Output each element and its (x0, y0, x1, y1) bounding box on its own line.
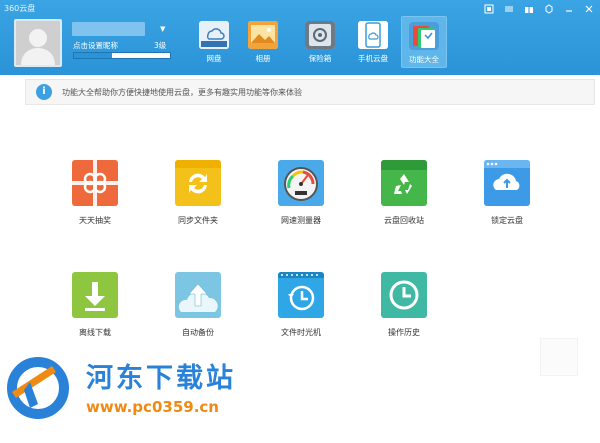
operation-history-icon (381, 272, 427, 318)
info-icon: i (36, 84, 52, 100)
tab-label: 相册 (255, 54, 271, 63)
feature-label: 天天抽奖 (79, 216, 111, 225)
feature-recycle-bin[interactable]: 云盘回收站 (364, 160, 444, 238)
gift-icon (72, 160, 118, 206)
default-avatar-icon (16, 21, 60, 65)
gift-box-icon[interactable] (523, 3, 534, 14)
close-icon[interactable] (583, 3, 594, 14)
tab-safe-box[interactable]: 保险箱 (297, 16, 343, 68)
skin-icon[interactable] (483, 3, 494, 14)
chevron-down-icon[interactable]: ▼ (160, 25, 165, 33)
feature-file-time-machine[interactable]: 文件时光机 (261, 272, 341, 350)
tab-cloud-drive[interactable]: 网盘 (191, 16, 237, 68)
feature-label: 云盘回收站 (384, 216, 424, 225)
feature-daily-lottery[interactable]: 天天抽奖 (55, 160, 135, 238)
photo-album-icon (248, 21, 278, 49)
info-text: 功能大全帮助你方便快捷地使用云盘，更多有趣实用功能等你来体验 (62, 88, 302, 97)
tab-mobile-cloud[interactable]: 手机云盘 (350, 16, 396, 68)
feature-label: 离线下载 (79, 328, 111, 337)
feature-label: 文件时光机 (281, 328, 321, 337)
username-blurred[interactable] (72, 22, 145, 36)
feature-operation-history[interactable]: 操作历史 (364, 272, 444, 350)
speedometer-icon (278, 160, 324, 206)
watermark-url: www.pc0359.cn (86, 398, 219, 416)
watermark-title: 河东下载站 (86, 363, 236, 394)
minimize-icon[interactable] (563, 3, 574, 14)
app-title: 360云盘 (4, 4, 36, 13)
tab-label: 保险箱 (308, 54, 332, 63)
user-level: 3级 (154, 41, 167, 50)
feature-offline-download[interactable]: 离线下载 (55, 272, 135, 350)
menu-icon[interactable] (503, 3, 514, 14)
set-nickname-link[interactable]: 点击设置昵称 (73, 40, 118, 51)
feature-sync-folder[interactable]: 同步文件夹 (158, 160, 238, 238)
tab-photo-album[interactable]: 相册 (240, 16, 286, 68)
feature-label: 自动备份 (182, 328, 214, 337)
feature-auto-backup[interactable]: 自动备份 (158, 272, 238, 350)
feature-lock-cloud[interactable]: 锁定云盘 (467, 160, 547, 238)
mobile-cloud-icon (358, 21, 388, 49)
level-progress-fill (74, 53, 113, 58)
cloud-lock-icon (484, 160, 530, 206)
info-bar: i 功能大全帮助你方便快捷地使用云盘，更多有趣实用功能等你来体验 (25, 79, 595, 105)
settings-icon[interactable] (543, 3, 554, 14)
offline-download-icon (72, 272, 118, 318)
window-controls (483, 3, 594, 14)
sync-folder-icon (175, 160, 221, 206)
feature-label: 网速测量器 (281, 216, 321, 225)
feature-speed-meter[interactable]: 网速测量器 (261, 160, 341, 238)
feature-label: 操作历史 (388, 328, 420, 337)
auto-backup-icon (175, 272, 221, 318)
feature-label: 锁定云盘 (491, 216, 523, 225)
feature-label: 同步文件夹 (178, 216, 218, 225)
tab-all-features[interactable]: 功能大全 (401, 16, 447, 68)
safe-box-icon (305, 21, 335, 49)
watermark-logo (4, 352, 84, 420)
avatar[interactable] (14, 19, 62, 67)
tab-label: 功能大全 (409, 55, 439, 64)
cloud-drive-icon (199, 21, 229, 49)
level-progress-bar (73, 52, 171, 59)
corner-placeholder (540, 338, 578, 376)
tab-label: 手机云盘 (358, 54, 388, 63)
recycle-bin-icon (381, 160, 427, 206)
header-bar: 360云盘 ▼ 点击设置昵称 3级 网盘 相册 保险箱 手机云盘 功能大全 (0, 0, 600, 75)
file-time-machine-icon (278, 272, 324, 318)
all-features-icon (409, 22, 439, 50)
tab-label: 网盘 (206, 54, 222, 63)
